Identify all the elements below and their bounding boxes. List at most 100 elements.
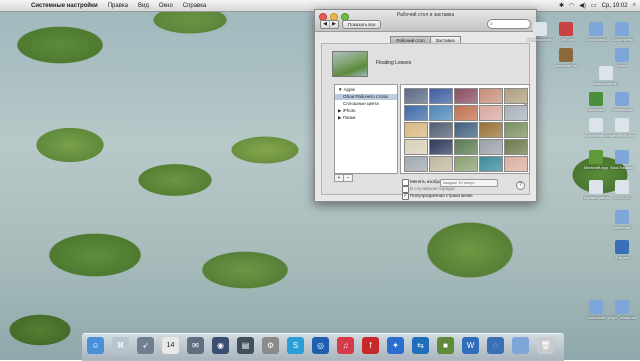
wallpaper-thumbnail[interactable] xyxy=(454,88,478,104)
wallpaper-thumbnail[interactable] xyxy=(404,105,428,121)
desktop-icon[interactable]: Минерва xyxy=(582,92,610,112)
desktop-icon[interactable]: ...ner.rar xyxy=(552,22,580,42)
wallpaper-thumbnail[interactable] xyxy=(454,122,478,138)
dock-minecraft-icon[interactable]: ■ xyxy=(437,337,454,354)
search-input[interactable]: ⌕ xyxy=(487,19,531,29)
wallpaper-thumbnail[interactable] xyxy=(504,105,528,121)
desktop-icon[interactable]: МинеРАФ.dmg xyxy=(608,118,636,138)
menu-view[interactable]: Вид xyxy=(133,3,154,9)
wallpaper-thumbnail[interactable] xyxy=(454,105,478,121)
desktop-icon-label: screencapture-12k... xyxy=(526,37,554,42)
desktop-icon[interactable]: Перемещаемое... xyxy=(582,180,610,200)
random-order-checkbox[interactable] xyxy=(402,186,409,193)
dock-dashboard-icon[interactable]: ◉ xyxy=(212,337,229,354)
wallpaper-thumbnail[interactable] xyxy=(479,88,503,104)
dock-launchpad-icon[interactable]: ⌘ xyxy=(112,337,129,354)
wallpaper-thumbnail[interactable] xyxy=(479,139,503,155)
wallpaper-thumbnail[interactable] xyxy=(429,88,453,104)
wallpaper-thumbnail[interactable] xyxy=(454,139,478,155)
wallpaper-thumbnail[interactable] xyxy=(429,105,453,121)
forward-arrow-icon[interactable]: ▶ xyxy=(329,21,338,28)
wallpaper-thumbnail[interactable] xyxy=(404,156,428,172)
dock: ☺ ⌘ ➶ 14 ✉ ◉ ▤ ⚙ S ◎ ♫ f ✦ ⇆ ■ W ◌ 🗑 xyxy=(82,333,564,361)
desktop-icon-label: Программы xyxy=(585,37,607,42)
dock-system-prefs-icon[interactable]: ⚙ xyxy=(262,337,279,354)
bluetooth-icon[interactable]: ✱ xyxy=(559,2,564,9)
source-list-item[interactable]: ▶ iPhoto xyxy=(335,108,397,114)
wallpaper-thumbnail[interactable] xyxy=(479,105,503,121)
remove-folder-button[interactable]: − xyxy=(344,174,353,182)
dock-rocket-icon[interactable]: ➶ xyxy=(137,337,154,354)
dock-teamviewer-icon[interactable]: ⇆ xyxy=(412,337,429,354)
menu-clock[interactable]: Ср, 19:02 xyxy=(602,3,628,9)
desktop-icon[interactable]: Безымянный... xyxy=(592,66,620,86)
dock-preview-icon[interactable]: ✉ xyxy=(187,337,204,354)
source-list-item[interactable]: ▼ Apple xyxy=(335,87,397,93)
desktop-icon-label: ...2012-12-.. xyxy=(611,195,633,200)
desktop-icon[interactable]: Mod Installer xyxy=(608,150,636,170)
menu-app-name[interactable]: Системные настройки xyxy=(26,3,103,9)
help-button[interactable]: ? xyxy=(516,181,525,190)
wallpaper-thumbnail[interactable] xyxy=(404,88,428,104)
wallpaper-thumbnail[interactable] xyxy=(479,122,503,138)
wallpaper-thumbnail[interactable] xyxy=(404,139,428,155)
file-icon xyxy=(615,48,629,62)
dock-flash-icon[interactable]: f xyxy=(362,337,379,354)
desktop-icon[interactable]: Minecraft xyxy=(608,210,636,230)
desktop-icon[interactable]: Documents xyxy=(608,22,636,42)
show-all-button[interactable]: Показать все xyxy=(342,20,382,29)
spotlight-icon[interactable]: ⌕ xyxy=(633,2,636,9)
file-icon xyxy=(589,118,603,132)
dock-calendar-icon[interactable]: 14 xyxy=(162,337,179,354)
wallpaper-thumbnail[interactable] xyxy=(504,88,528,104)
desktop-icon[interactable]: screencapture-12k... xyxy=(526,22,554,42)
desktop-icon[interactable]: Downloads xyxy=(608,92,636,112)
desktop-icon-label: Modloader xyxy=(586,315,606,320)
window-titlebar[interactable]: Рабочий стол и заставка ◀ ▶ Показать все… xyxy=(315,10,536,32)
desktop-icon[interactable]: jre-minecraft.exe xyxy=(582,118,610,138)
dock-word-icon[interactable]: W xyxy=(462,337,479,354)
dock-messenger-icon[interactable]: ✦ xyxy=(387,337,404,354)
menu-edit[interactable]: Правка xyxy=(103,3,133,9)
translucent-menu-checkbox[interactable]: ✓ xyxy=(402,193,409,200)
file-icon xyxy=(533,22,547,36)
desktop-icon[interactable]: Modloader xyxy=(582,300,610,320)
wallpaper-thumbnail[interactable] xyxy=(429,139,453,155)
dock-activity-icon[interactable]: ▤ xyxy=(237,337,254,354)
dock-itunes-icon[interactable]: ♫ xyxy=(337,337,354,354)
dock-network-icon[interactable]: ◌ xyxy=(487,337,504,354)
wallpaper-thumbnail[interactable] xyxy=(504,139,528,155)
source-list[interactable]: ▼ Apple Обои Рабочего стола Сплошные цве… xyxy=(334,84,398,174)
add-folder-button[interactable]: + xyxy=(334,174,344,182)
battery-icon[interactable]: ▭ xyxy=(591,2,597,9)
dock-trash-icon[interactable]: 🗑 xyxy=(537,337,554,354)
wallpaper-thumbnail[interactable] xyxy=(404,122,428,138)
source-list-item[interactable]: ▶ Папки xyxy=(335,115,397,121)
dock-skype-icon[interactable]: S xyxy=(287,337,304,354)
desktop-icon[interactable]: jingle_minecraft xyxy=(608,300,636,320)
wallpaper-thumbnail[interactable] xyxy=(504,122,528,138)
source-list-item-selected[interactable]: Обои Рабочего стола xyxy=(335,94,397,100)
menu-window[interactable]: Окно xyxy=(154,3,178,9)
desktop-icon[interactable]: Minecraft.app xyxy=(582,150,610,170)
volume-icon[interactable]: ◀) xyxy=(579,2,586,9)
wallpaper-thumbnail[interactable] xyxy=(504,156,528,172)
desktop-icon[interactable]: 11 видео xyxy=(608,240,636,260)
menu-help[interactable]: Справка xyxy=(178,3,212,9)
desktop-icon[interactable]: minecraft.jar xyxy=(552,48,580,68)
desktop-icon[interactable]: kafka xyxy=(608,48,636,68)
wifi-icon[interactable]: ◠ xyxy=(569,2,574,9)
wallpaper-thumbnail[interactable] xyxy=(479,156,503,172)
dock-finder-icon[interactable]: ☺ xyxy=(87,337,104,354)
desktop-icon[interactable]: ...2012-12-.. xyxy=(608,180,636,200)
dock-browser-icon[interactable]: ◎ xyxy=(312,337,329,354)
wallpaper-thumbnail[interactable] xyxy=(429,156,453,172)
system-preferences-window: Рабочий стол и заставка ◀ ▶ Показать все… xyxy=(314,9,537,202)
wallpaper-thumbnail[interactable] xyxy=(454,156,478,172)
dock-folder-icon[interactable] xyxy=(512,337,529,354)
wallpaper-thumbnail[interactable] xyxy=(429,122,453,138)
source-list-item[interactable]: Сплошные цвета xyxy=(335,101,397,107)
back-arrow-icon[interactable]: ◀ xyxy=(321,21,329,28)
change-picture-checkbox[interactable] xyxy=(402,179,409,186)
desktop-icon[interactable]: Программы xyxy=(582,22,610,42)
